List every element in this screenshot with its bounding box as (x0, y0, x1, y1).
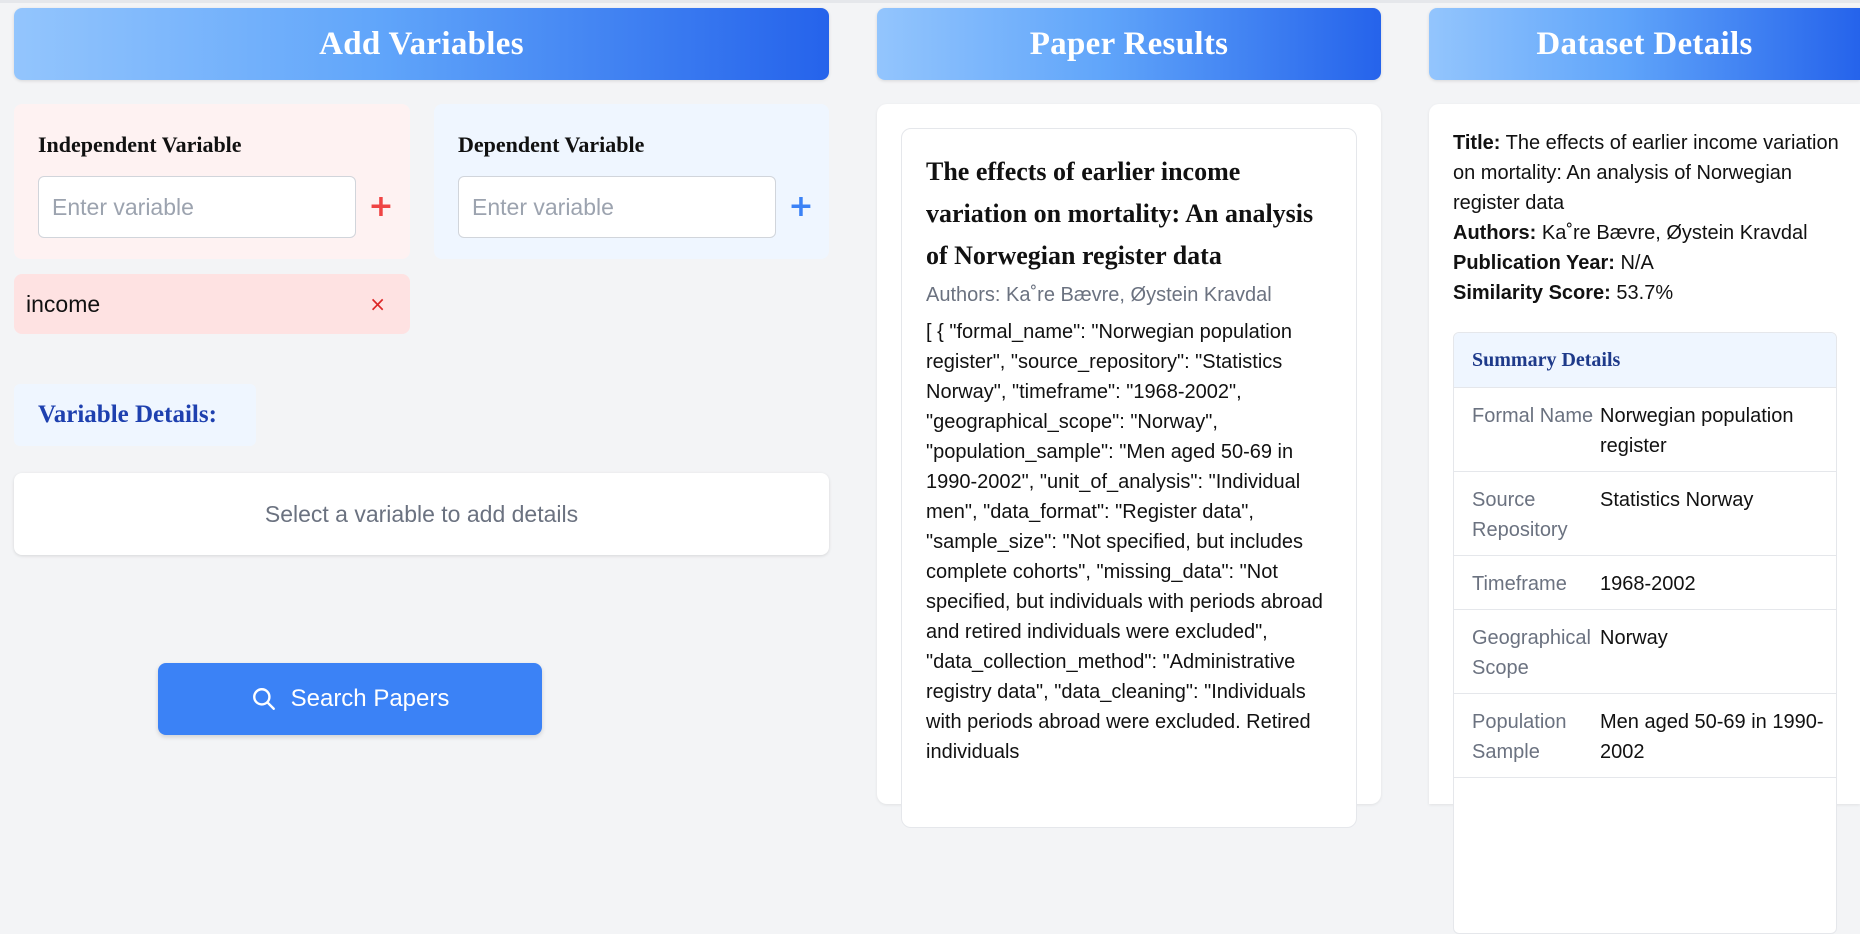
summary-details-heading: Summary Details (1454, 333, 1836, 388)
remove-variable-button[interactable]: × (369, 292, 386, 316)
dataset-year-line: Publication Year: N/A (1453, 248, 1853, 278)
add-dependent-variable-button[interactable]: + (786, 188, 816, 226)
add-variables-title: Add Variables (319, 25, 524, 62)
summary-value: 1968-2002 (1600, 573, 1696, 595)
dataset-similarity-line: Similarity Score: 53.7% (1453, 278, 1853, 308)
summary-row: Geographical Scope Norway (1454, 610, 1836, 694)
dataset-authors-value: Ka˚re Bævre, Øystein Kravdal (1541, 222, 1808, 244)
summary-row: Formal Name Norwegian population registe… (1454, 388, 1836, 472)
variable-details-heading-text: Variable Details: (38, 401, 217, 428)
summary-key: Timeframe (1472, 573, 1567, 595)
variable-chip-income[interactable]: income × (14, 274, 410, 334)
paper-dataset-json: [ { "formal_name": "Norwegian population… (926, 321, 1323, 763)
summary-row: Source Repository Statistics Norway (1454, 472, 1836, 556)
add-independent-variable-button[interactable]: + (366, 188, 396, 226)
summary-row: Timeframe 1968-2002 (1454, 556, 1836, 610)
summary-key: Population Sample (1472, 711, 1567, 763)
dataset-authors-line: Authors: Ka˚re Bævre, Øystein Kravdal (1453, 218, 1853, 248)
search-icon (251, 686, 277, 712)
variable-chip-label: income (26, 290, 101, 317)
dataset-authors-label: Authors: (1453, 222, 1537, 244)
dependent-variable-input[interactable] (458, 176, 776, 238)
dataset-title-line: Title: The effects of earlier income var… (1453, 128, 1853, 218)
dataset-details-panel: Title: The effects of earlier income var… (1429, 104, 1860, 934)
dataset-details-header: Dataset Details (1429, 8, 1860, 80)
search-papers-label: Search Papers (290, 685, 450, 712)
add-variables-header: Add Variables (14, 8, 829, 80)
dataset-title-value: The effects of earlier income variation … (1453, 132, 1839, 214)
paper-results-header: Paper Results (877, 8, 1381, 80)
dataset-title-label: Title: (1453, 132, 1501, 154)
paper-authors: Authors: Ka˚re Bævre, Øystein Kravdal (926, 284, 1272, 306)
paper-results-panel: The effects of earlier income variation … (877, 104, 1381, 828)
independent-variable-input[interactable] (38, 176, 356, 238)
paper-result-card[interactable]: The effects of earlier income variation … (901, 128, 1357, 828)
dataset-year-value: N/A (1620, 252, 1654, 274)
independent-variable-label: Independent Variable (38, 132, 242, 157)
independent-variable-section: Independent Variable + (14, 104, 410, 259)
paper-results-title: Paper Results (1029, 25, 1229, 62)
summary-value: Norway (1600, 627, 1668, 649)
summary-key: Geographical Scope (1472, 627, 1591, 679)
variable-details-card: Select a variable to add details (14, 473, 829, 555)
dataset-meta: Title: The effects of earlier income var… (1453, 128, 1853, 308)
paper-title: The effects of earlier income variation … (926, 157, 1314, 270)
summary-value: Norwegian population register (1600, 405, 1794, 457)
dataset-similarity-value: 53.7% (1616, 282, 1674, 304)
dependent-variable-label: Dependent Variable (458, 132, 645, 157)
summary-value: Men aged 50-69 in 1990-2002 (1600, 711, 1824, 763)
summary-value: Statistics Norway (1600, 489, 1754, 511)
variable-details-heading: Variable Details: (14, 384, 256, 446)
dataset-details-title: Dataset Details (1536, 25, 1753, 62)
top-border (0, 0, 1860, 3)
dataset-year-label: Publication Year: (1453, 252, 1615, 274)
variable-details-empty-message: Select a variable to add details (264, 500, 579, 527)
summary-key: Formal Name (1472, 405, 1594, 427)
dataset-similarity-label: Similarity Score: (1453, 282, 1611, 304)
summary-row: Population Sample Men aged 50-69 in 1990… (1454, 694, 1836, 778)
search-papers-button[interactable]: Search Papers (158, 663, 542, 735)
dependent-variable-section: Dependent Variable + (434, 104, 829, 259)
summary-key: Source Repository (1472, 489, 1568, 541)
summary-details-table: Summary Details Formal Name Norwegian po… (1453, 332, 1837, 934)
